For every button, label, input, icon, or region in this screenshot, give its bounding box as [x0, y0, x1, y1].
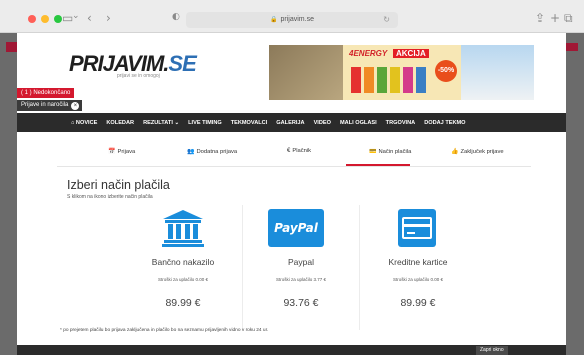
lock-icon: 🔒 — [270, 17, 278, 23]
right-backdrop — [566, 33, 584, 355]
privacy-shield-icon[interactable]: ◐ — [172, 12, 180, 22]
close-window-link[interactable]: Zapri okno — [476, 346, 508, 355]
forward-button[interactable]: › — [106, 11, 111, 25]
banner-brand: 4ENERGY — [349, 49, 388, 58]
method-price: 93.76 € — [283, 297, 319, 309]
address-bar[interactable]: 🔒 prijavim.se ↻ — [186, 12, 398, 28]
nav-item-live-timing[interactable]: LIVE TIMING — [188, 120, 222, 126]
nav-item-competitors[interactable]: TEKMOVALCI — [231, 120, 268, 126]
product-image — [351, 67, 361, 93]
paypal-icon[interactable]: PayPal — [268, 209, 324, 247]
product-image — [403, 67, 413, 93]
nav-item-gallery[interactable]: GALERIJA — [276, 120, 304, 126]
nav-item-video[interactable]: VIDEO — [314, 120, 331, 126]
payment-method-card[interactable]: Kreditne kartice Stroški za uplačilo 0.0… — [359, 205, 475, 330]
reload-icon[interactable]: ↻ — [383, 12, 390, 28]
step-finish[interactable]: 👍 Zaključek prijave — [451, 148, 504, 155]
method-price: 89.99 € — [165, 297, 201, 309]
chevron-down-icon[interactable]: ⌄ — [72, 11, 80, 21]
orders-badge[interactable]: Prijave in naročila × — [17, 100, 83, 111]
method-name: Kreditne kartice — [388, 257, 448, 267]
active-step-indicator — [346, 164, 410, 166]
runners-photo — [269, 45, 343, 100]
nav-item-shop[interactable]: TRGOVINA — [386, 120, 416, 126]
thumbs-up-icon: 👍 — [451, 149, 459, 155]
cyclist-photo — [461, 45, 534, 100]
logo-tagline: prijavi se in omogoj — [117, 73, 160, 79]
product-image — [364, 67, 374, 93]
step-payer[interactable]: € Plačnik — [287, 148, 311, 154]
calendar-icon: 📅 — [108, 149, 116, 155]
close-window-button[interactable] — [28, 15, 36, 23]
nav-item-results[interactable]: REZULTATI ⌄ — [143, 120, 179, 126]
browser-toolbar: ▭ ⌄ ‹ › ◐ 🔒 prijavim.se ↻ ⇪ + ⧉ — [0, 0, 584, 33]
product-image — [416, 67, 426, 93]
tab-overview-icon[interactable]: ⧉ — [564, 11, 573, 26]
new-tab-icon[interactable]: + — [550, 11, 560, 25]
back-button[interactable]: ‹ — [87, 11, 92, 25]
minimize-window-button[interactable] — [41, 15, 49, 23]
payment-method-paypal[interactable]: PayPal Paypal Stroški za uplačilo 3.77 €… — [242, 205, 358, 330]
left-backdrop — [0, 33, 17, 355]
method-fee: Stroški za uplačilo 3.77 € — [275, 277, 327, 282]
banner-promo: AKCIJA — [393, 49, 429, 58]
step-registration[interactable]: 📅 Prijava — [108, 148, 135, 155]
banner-discount: -50% — [435, 60, 457, 82]
credit-card-icon[interactable] — [398, 209, 436, 247]
product-image — [377, 67, 387, 93]
nav-item-add-race[interactable]: DODAJ TEKMO — [424, 120, 465, 126]
method-name: Paypal — [288, 257, 314, 267]
method-fee: Stroški za uplačilo 0.00 € — [392, 277, 444, 282]
window-controls — [28, 15, 62, 23]
main-nav: ⌂ NOVICE KOLEDAR REZULTATI ⌄ LIVE TIMING… — [17, 113, 566, 132]
close-icon[interactable]: × — [71, 101, 80, 110]
checkout-steps: 📅 Prijava 👥 Dodatna prijava € Plačnik 💳 Nači… — [57, 145, 531, 167]
payment-method-bank[interactable]: Bančno nakazilo Stroški za uplačilo 0.00… — [125, 205, 241, 330]
method-price: 89.99 € — [400, 297, 436, 309]
payment-footnote: * po prejetem plačilu bo prijava zaključ… — [60, 328, 269, 333]
unfinished-badge[interactable]: ( 1 ) Nedokončano — [17, 88, 75, 98]
card-icon: 💳 — [369, 149, 377, 155]
nav-item-news[interactable]: ⌂ NOVICE — [71, 120, 97, 126]
zoom-window-button[interactable] — [54, 15, 62, 23]
step-payment-method[interactable]: 💳 Način plačila — [369, 148, 411, 155]
users-icon: 👥 — [187, 149, 195, 155]
url-text: prijavim.se — [280, 16, 314, 23]
payment-methods: Bančno nakazilo Stroški za uplačilo 0.00… — [125, 205, 475, 330]
method-fee: Stroški za uplačilo 0.00 € — [157, 277, 209, 282]
advert-banner[interactable]: 4ENERGY AKCIJA -50% — [269, 45, 534, 100]
share-icon[interactable]: ⇪ — [535, 11, 545, 25]
page-title: Izberi način plačila — [67, 178, 170, 192]
page-subtitle: S klikom na ikono izberite način plačila — [67, 194, 153, 200]
bank-icon[interactable] — [162, 209, 204, 247]
site-header: PRIJAVIM.SE prijavi se in omogoj 4ENERGY… — [17, 33, 566, 110]
product-image — [390, 67, 400, 93]
step-additional-registration[interactable]: 👥 Dodatna prijava — [187, 148, 237, 155]
nav-item-classifieds[interactable]: MALI OGLASI — [340, 120, 377, 126]
method-name: Bančno nakazilo — [151, 257, 215, 267]
nav-item-calendar[interactable]: KOLEDAR — [106, 120, 134, 126]
euro-icon: € — [287, 148, 291, 154]
